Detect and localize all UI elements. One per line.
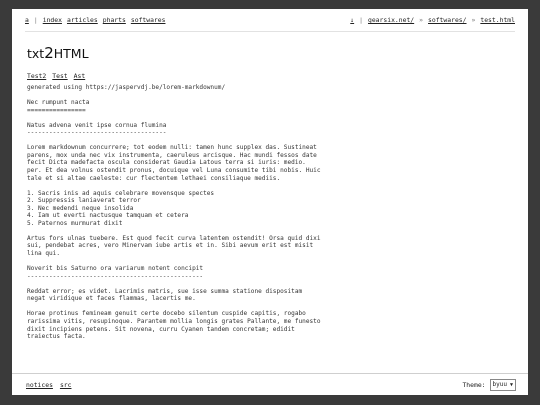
- articles-link[interactable]: articles: [67, 16, 98, 24]
- theme-select[interactable]: byuu ▼: [489, 378, 516, 391]
- breadcrumb: ↓ | gearsix.net/ » softwares/ » test.htm…: [350, 16, 515, 24]
- top-nav-left: a | index articles pharts softwares: [25, 16, 165, 24]
- footer: notices src Theme: byuu ▼: [12, 373, 528, 395]
- pharts-link[interactable]: pharts: [103, 16, 126, 24]
- notices-link[interactable]: notices: [26, 381, 53, 389]
- breadcrumb-arrow: »: [471, 16, 476, 24]
- title-part-txt: txt: [27, 46, 45, 61]
- softwares-link[interactable]: softwares: [131, 16, 166, 24]
- breadcrumb-site[interactable]: gearsix.net/: [368, 16, 414, 24]
- theme-selected-value: byuu: [492, 381, 507, 388]
- breadcrumb-divider: |: [359, 16, 363, 24]
- title-part-html: html: [53, 46, 89, 61]
- theme-picker: Theme: byuu ▼: [462, 378, 516, 391]
- index-link[interactable]: index: [43, 16, 62, 24]
- breadcrumb-arrow: »: [419, 16, 424, 24]
- breadcrumb-current-file[interactable]: test.html: [480, 16, 515, 24]
- title-part-2: 2: [44, 44, 54, 62]
- page-title: txt2html: [27, 44, 515, 62]
- document-content: generated using https://jaspervdj.be/lor…: [27, 84, 321, 341]
- tab-test2[interactable]: Test2: [27, 72, 46, 80]
- tab-test[interactable]: Test: [52, 72, 67, 80]
- tab-ast[interactable]: Ast: [74, 72, 86, 80]
- breadcrumb-softwares[interactable]: softwares/: [428, 16, 466, 24]
- page: a | index articles pharts softwares ↓ | …: [12, 9, 528, 395]
- src-link[interactable]: src: [60, 381, 72, 389]
- nav-divider: |: [33, 16, 38, 24]
- home-link[interactable]: a: [25, 16, 29, 24]
- footer-links: notices src: [26, 381, 71, 389]
- down-arrow-link[interactable]: ↓: [350, 16, 354, 24]
- theme-label: Theme:: [462, 380, 486, 389]
- chevron-down-icon: ▼: [509, 381, 513, 388]
- file-tabs: Test2 Test Ast: [27, 72, 515, 80]
- top-navigation: a | index articles pharts softwares ↓ | …: [25, 9, 515, 32]
